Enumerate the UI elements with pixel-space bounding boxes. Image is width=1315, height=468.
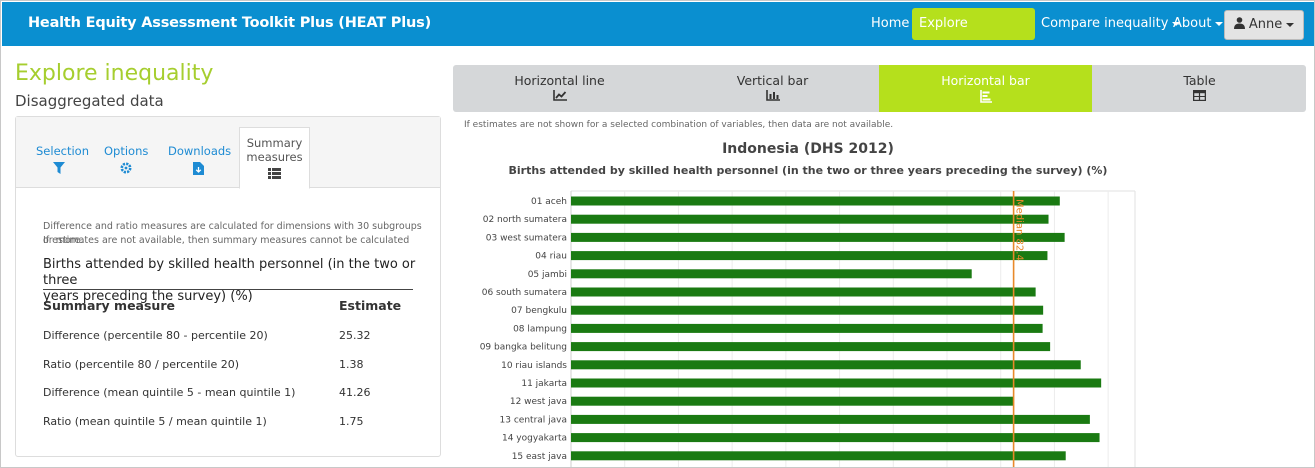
summary-row: Difference (percentile 80 - percentile 2… — [43, 329, 413, 357]
summary-measure: Ratio (mean quintile 5 / mean quintile 1… — [43, 415, 267, 428]
category-label: 02 north sumatera — [483, 215, 567, 225]
bar — [571, 323, 1043, 333]
tab-selection-label: Selection — [36, 144, 89, 158]
category-label: 05 jambi — [528, 270, 567, 280]
summary-col-measure: Summary measure — [43, 298, 175, 313]
tab-downloads[interactable]: Downloads — [168, 144, 232, 175]
tab-table[interactable]: Table — [1093, 65, 1306, 112]
category-labels: 01 aceh 02 north sumatera 03 west sumatera… — [480, 197, 568, 462]
tab-horizontal-bar[interactable]: Horizontal bar — [879, 65, 1092, 112]
chevron-down-icon — [1286, 22, 1295, 27]
summary-row: Ratio (mean quintile 5 / mean quintile 1… — [43, 415, 413, 443]
category-label: 09 bangka belitung — [480, 343, 567, 353]
chevron-down-icon — [1215, 21, 1224, 26]
bar — [571, 287, 1036, 297]
indicator-line-1: Births attended by skilled health person… — [43, 257, 416, 288]
category-label: 13 central java — [500, 415, 567, 425]
nav-home-link[interactable]: Home — [871, 2, 909, 46]
bar — [571, 451, 1066, 461]
visualization-tabs: Horizontal line Vertical bar Horizontal … — [453, 65, 1306, 112]
list-icon — [268, 168, 281, 179]
category-label: 01 aceh — [531, 197, 567, 207]
category-label: 03 west sumatera — [486, 233, 567, 243]
horizontal-bar-chart-icon — [979, 90, 992, 103]
tab-selection[interactable]: Selection — [36, 144, 89, 174]
navbar: Health Equity Assessment Toolkit Plus (H… — [2, 2, 1314, 63]
bar — [571, 396, 1014, 406]
nav-compare-label: Compare inequality — [1041, 16, 1169, 31]
chart-subtitle: Births attended by skilled health person… — [508, 164, 1108, 177]
table-icon — [1193, 90, 1206, 101]
category-label: 12 west java — [510, 397, 567, 407]
summary-measure: Ratio (percentile 80 / percentile 20) — [43, 358, 240, 371]
tab-horizontal-line[interactable]: Horizontal line — [453, 65, 666, 112]
bar — [571, 342, 1051, 352]
bar-chart-icon — [765, 90, 780, 101]
page-title: Explore inequality — [15, 61, 214, 86]
chart-title: Indonesia (DHS 2012) — [722, 141, 894, 157]
tab-vertical-bar-label: Vertical bar — [736, 73, 809, 88]
bar — [571, 414, 1090, 424]
median-label: Median 82.4 — [1014, 199, 1025, 261]
app-brand[interactable]: Health Equity Assessment Toolkit Plus (H… — [28, 15, 431, 31]
line-chart-icon — [552, 90, 567, 101]
nav-explore-inequality[interactable]: Explore inequality — [912, 8, 1035, 63]
tab-summary-measures[interactable]: Summary measures — [239, 127, 310, 189]
gear-icon — [120, 162, 132, 174]
category-label: 10 riau islands — [501, 361, 567, 371]
bar — [571, 433, 1100, 443]
tab-summary-label-2: measures — [246, 150, 303, 164]
page-subtitle: Disaggregated data — [15, 92, 164, 110]
category-label: 07 bengkulu — [511, 306, 567, 316]
nav-about[interactable]: About — [1173, 2, 1224, 46]
bar — [571, 360, 1081, 370]
tab-vertical-bar[interactable]: Vertical bar — [666, 65, 879, 112]
bar — [571, 269, 972, 279]
category-label: 04 riau — [535, 252, 567, 262]
tab-summary-label-1: Summary — [246, 136, 303, 150]
bar — [571, 214, 1049, 224]
bar — [571, 232, 1065, 242]
category-label: 15 east java — [512, 452, 567, 462]
summary-note-2: If estimates are not available, then sum… — [43, 235, 410, 246]
data-availability-note: If estimates are not shown for a selecte… — [464, 120, 894, 130]
bar — [571, 378, 1102, 388]
summary-col-estimate: Estimate — [339, 298, 402, 313]
horizontal-bar-chart: 01 aceh 02 north sumatera 03 west sumatera… — [480, 190, 1136, 467]
summary-row: Ratio (percentile 80 / percentile 20) 1.… — [43, 358, 413, 386]
summary-divider — [43, 289, 413, 290]
nav-about-label: About — [1173, 16, 1212, 31]
category-label: 11 jakarta — [521, 379, 567, 389]
summary-estimate: 41.26 — [339, 386, 371, 399]
tab-options-label: Options — [104, 144, 149, 158]
summary-row: Difference (mean quintile 5 - mean quint… — [43, 386, 413, 414]
summary-estimate: 1.75 — [339, 415, 364, 428]
tab-horizontal-bar-label: Horizontal bar — [941, 73, 1030, 88]
summary-measure: Difference (percentile 80 - percentile 2… — [43, 329, 268, 342]
bar — [571, 196, 1060, 206]
bar — [571, 305, 1044, 315]
tab-options[interactable]: Options — [104, 144, 148, 174]
summary-estimate: 1.38 — [339, 358, 364, 371]
tab-downloads-label: Downloads — [168, 144, 232, 158]
user-name: Anne — [1248, 17, 1283, 32]
nav-explore-label: Explore inequality — [919, 16, 984, 63]
app-frame: Health Equity Assessment Toolkit Plus (H… — [0, 0, 1315, 468]
summary-measure: Difference (mean quintile 5 - mean quint… — [43, 386, 296, 399]
category-label: 14 yogyakarta — [502, 434, 567, 444]
tab-table-label: Table — [1183, 73, 1216, 88]
user-menu-button[interactable]: Anne — [1224, 10, 1304, 40]
category-label: 08 lampung — [513, 324, 567, 334]
bar — [571, 251, 1048, 261]
file-download-icon — [192, 162, 204, 175]
nav-compare-inequality[interactable]: Compare inequality — [1041, 2, 1181, 46]
settings-panel: Selection Options Downloads Summary meas… — [15, 116, 441, 457]
tab-horizontal-line-label: Horizontal line — [514, 73, 605, 88]
user-icon — [1233, 17, 1245, 29]
filter-icon — [53, 162, 65, 174]
summary-estimate: 25.32 — [339, 329, 371, 342]
settings-tabbar: Selection Options Downloads Summary meas… — [16, 117, 440, 189]
chevron-down-icon — [987, 53, 996, 58]
category-label: 06 south sumatera — [482, 288, 567, 298]
